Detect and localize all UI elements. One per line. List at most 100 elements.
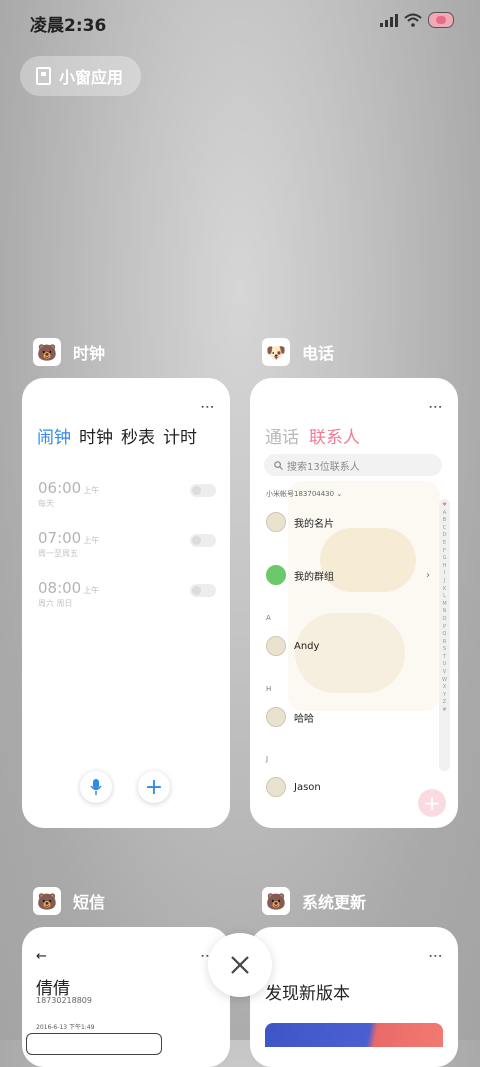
phone-app-header[interactable]: 🐶 电话: [262, 338, 334, 366]
alarm-ampm: 上午: [83, 486, 100, 495]
wifi-icon: [404, 13, 422, 27]
index-letter[interactable]: X: [443, 684, 446, 692]
phone-app-icon: 🐶: [262, 338, 290, 366]
index-letter[interactable]: #: [442, 707, 446, 715]
sms-app-name: 短信: [73, 893, 106, 912]
tab-stopwatch[interactable]: 秒表: [121, 423, 155, 448]
index-letter[interactable]: T: [443, 654, 446, 662]
index-letter[interactable]: Q: [443, 631, 447, 639]
clear-all-button[interactable]: [208, 933, 272, 997]
tab-alarm[interactable]: 闹钟: [37, 423, 71, 448]
alarm-toggle[interactable]: [190, 484, 216, 497]
sms-app-header[interactable]: 🐻 短信: [33, 887, 105, 915]
chevron-right-icon: ›: [426, 570, 430, 581]
alarm-toggle[interactable]: [190, 584, 216, 597]
contact-name: Jason: [294, 781, 321, 793]
update-banner-image: [265, 1023, 443, 1047]
more-icon[interactable]: ⋮: [427, 949, 443, 963]
index-letter[interactable]: G: [443, 555, 447, 563]
index-letter[interactable]: M: [442, 601, 446, 609]
index-letter[interactable]: J: [444, 578, 445, 586]
index-letter[interactable]: Y: [443, 692, 446, 700]
tab-clock[interactable]: 时钟: [79, 423, 113, 448]
contact-row[interactable]: Jason: [266, 777, 321, 797]
tab-calls[interactable]: 通话: [265, 423, 299, 448]
contact-name: Andy: [294, 640, 320, 652]
sms-contact-number: 18730218809: [36, 996, 92, 1005]
index-letter[interactable]: F: [443, 548, 446, 556]
clock-tabs: 闹钟 时钟 秒表 计时: [37, 423, 197, 448]
window-icon: [36, 67, 51, 85]
alarm-item[interactable]: 08:00 上午 周六 周日: [38, 578, 216, 614]
index-letter[interactable]: C: [443, 525, 447, 533]
contact-row[interactable]: 哈哈: [266, 707, 314, 727]
index-letter[interactable]: D: [443, 532, 447, 540]
index-letter[interactable]: P: [443, 624, 446, 632]
add-contact-button[interactable]: +: [418, 789, 446, 817]
index-letter[interactable]: I: [444, 570, 445, 578]
account-label: 小米帐号183704430: [266, 490, 335, 498]
index-letter[interactable]: R: [443, 639, 446, 647]
index-letter[interactable]: W: [442, 677, 447, 685]
tab-contacts[interactable]: 联系人: [309, 423, 360, 448]
alphabet-index-bar[interactable]: ♥ A B C D E F G H I J K L M N O P Q R S T U V W X Y Z #: [439, 499, 450, 771]
more-icon[interactable]: ⋮: [199, 400, 215, 414]
clock-app-card[interactable]: ⋮ 闹钟 时钟 秒表 计时 06:00 上午 每天 07:00 上午 周一至周五 0…: [22, 378, 230, 828]
update-app-icon: 🐻: [262, 887, 290, 915]
avatar: [266, 707, 286, 727]
index-letter[interactable]: K: [443, 586, 446, 594]
alarm-toggle[interactable]: [190, 534, 216, 547]
index-letter[interactable]: B: [443, 517, 446, 525]
alarm-repeat: 周一至周五: [38, 549, 78, 558]
plus-icon: +: [423, 791, 441, 815]
avatar: [266, 512, 286, 532]
back-arrow-icon[interactable]: ←: [36, 949, 47, 964]
alarm-item[interactable]: 07:00 上午 周一至周五: [38, 528, 216, 564]
my-groups-label: 我的群组: [294, 571, 334, 583]
clock-app-icon: 🐻: [33, 338, 61, 366]
small-window-button[interactable]: 小窗应用: [20, 56, 142, 96]
update-app-card[interactable]: ⋮ 发现新版本: [250, 927, 458, 1067]
contact-row[interactable]: Andy: [266, 636, 319, 656]
my-groups-row[interactable]: 我的群组: [266, 565, 334, 585]
account-selector[interactable]: 小米帐号183704430 ⌄: [266, 489, 342, 499]
alarm-time: 07:00: [38, 529, 82, 547]
index-letter[interactable]: U: [443, 661, 447, 669]
avatar: [266, 636, 286, 656]
update-title: 发现新版本: [265, 984, 350, 1004]
clock-app-name: 时钟: [73, 344, 106, 363]
phone-app-card[interactable]: ⋮ 通话 联系人 搜索13位联系人 小米帐号183704430 ⌄ 我的名片 我…: [250, 378, 458, 828]
add-alarm-button[interactable]: +: [138, 771, 170, 803]
index-letter[interactable]: L: [443, 593, 446, 601]
section-header: J: [266, 755, 269, 763]
index-letter[interactable]: ♥: [442, 502, 446, 510]
index-letter[interactable]: A: [443, 510, 446, 518]
alarm-item[interactable]: 06:00 上午 每天: [38, 478, 216, 514]
section-header: A: [266, 614, 271, 622]
message-bubble[interactable]: [26, 1033, 162, 1055]
index-letter[interactable]: S: [443, 646, 446, 654]
more-icon[interactable]: ⋮: [427, 400, 443, 414]
contacts-search-input[interactable]: 搜索13位联系人: [264, 454, 442, 476]
index-letter[interactable]: E: [443, 540, 446, 548]
phone-tabs: 通话 联系人: [265, 423, 360, 448]
index-letter[interactable]: O: [443, 616, 447, 624]
section-header: H: [266, 685, 272, 693]
alarm-ampm: 上午: [83, 536, 100, 545]
my-card-row[interactable]: 我的名片: [266, 512, 334, 532]
index-letter[interactable]: N: [443, 608, 447, 616]
alarm-repeat: 周六 周日: [38, 599, 73, 608]
clock-app-header[interactable]: 🐻 时钟: [33, 338, 105, 366]
sms-date: 2016-6-13 下午1:49: [36, 1024, 95, 1031]
tab-timer[interactable]: 计时: [163, 423, 197, 448]
sms-app-card[interactable]: ← ⋮ 倩倩 18730218809 2016-6-13 下午1:49: [22, 927, 230, 1067]
group-avatar: [266, 565, 286, 585]
update-app-header[interactable]: 🐻 系统更新: [262, 887, 366, 915]
index-letter[interactable]: Z: [443, 699, 446, 707]
sms-app-icon: 🐻: [33, 887, 61, 915]
voice-alarm-button[interactable]: [80, 771, 112, 803]
my-card-label: 我的名片: [294, 518, 334, 530]
index-letter[interactable]: V: [443, 669, 446, 677]
index-letter[interactable]: H: [443, 563, 447, 571]
search-placeholder: 搜索13位联系人: [287, 461, 360, 473]
